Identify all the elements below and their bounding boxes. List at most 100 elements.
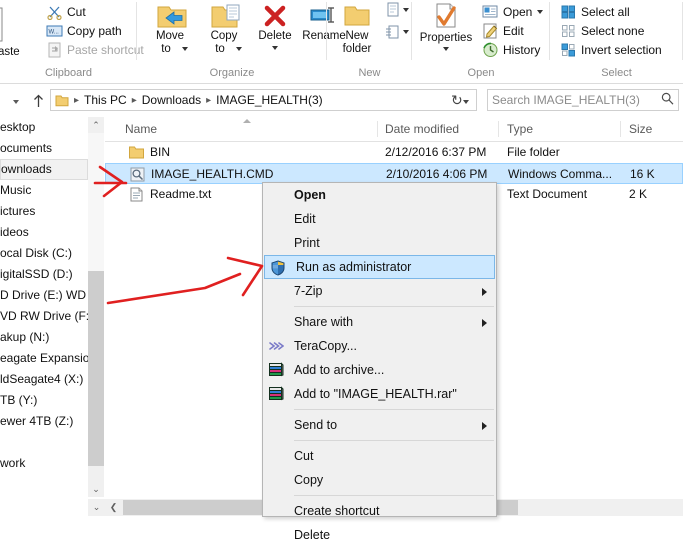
winrar-icon: [268, 386, 284, 402]
context-menu-item-label: Send to: [294, 418, 338, 432]
nav-item[interactable]: TB (Y:): [0, 390, 88, 411]
nav-item[interactable]: ewer 4TB (Z:): [0, 411, 88, 432]
properties-label: Properties: [419, 32, 473, 44]
context-menu-item[interactable]: Share with: [263, 310, 496, 334]
column-header-name[interactable]: Name: [125, 117, 157, 141]
nav-item[interactable]: igitalSSD (D:): [0, 264, 88, 285]
scroll-down-arrow[interactable]: ⌄: [88, 481, 104, 497]
context-menu-item[interactable]: Create shortcut: [263, 499, 496, 523]
copy-to-label-1: Copy: [210, 30, 238, 42]
chevron-down-icon[interactable]: [443, 47, 449, 51]
move-to-folder-icon: [157, 6, 187, 28]
edit-button[interactable]: Edit: [482, 21, 524, 40]
breadcrumb-separator[interactable]: ▸: [130, 95, 139, 106]
context-menu-item[interactable]: TeraCopy...: [263, 334, 496, 358]
column-header-type[interactable]: Type: [507, 117, 533, 141]
file-size: [629, 142, 683, 163]
column-divider[interactable]: [377, 121, 378, 137]
nav-item[interactable]: work: [0, 453, 88, 474]
nav-item[interactable]: D Drive (E:) WD S: [0, 285, 88, 306]
copy-path-button[interactable]: W... Copy path: [46, 21, 122, 40]
file-type: File folder: [507, 145, 560, 159]
context-menu-item[interactable]: Copy: [263, 468, 496, 492]
breadcrumb-separator[interactable]: ▸: [204, 95, 213, 106]
chevron-down-icon[interactable]: [537, 9, 544, 14]
history-button[interactable]: History: [482, 40, 540, 59]
context-menu-item[interactable]: Send to: [263, 413, 496, 437]
nav-item[interactable]: eagate Expansion: [0, 348, 88, 369]
teracopy-icon: [268, 338, 285, 354]
new-item-button[interactable]: [385, 2, 409, 21]
context-menu-item[interactable]: Edit: [263, 207, 496, 231]
open-icon: [482, 4, 499, 20]
refresh-icon: ↻: [451, 92, 463, 108]
navigation-pane-scrollbar[interactable]: ⌃ ⌄: [88, 117, 104, 497]
scroll-up-arrow[interactable]: ⌃: [88, 117, 104, 133]
context-menu-item[interactable]: Add to "IMAGE_HEALTH.rar": [263, 382, 496, 406]
nav-item[interactable]: [0, 432, 88, 453]
open-button[interactable]: Open: [482, 2, 544, 21]
breadcrumb-downloads[interactable]: Downloads: [139, 93, 204, 107]
nav-item[interactable]: ictures: [0, 201, 88, 222]
refresh-button[interactable]: ↻: [451, 92, 463, 109]
nav-item[interactable]: ocuments: [0, 138, 88, 159]
chevron-down-icon[interactable]: [403, 30, 409, 34]
red-x-icon: [264, 5, 286, 27]
easy-access-button[interactable]: [385, 24, 409, 43]
paste-shortcut-button[interactable]: Paste shortcut: [46, 40, 144, 59]
address-breadcrumb-bar[interactable]: ▸ This PC ▸ Downloads ▸ IMAGE_HEALTH(3): [50, 89, 477, 111]
nav-item-selected[interactable]: ownloads: [0, 159, 88, 180]
navigation-pane[interactable]: esktop ocuments ownloads Music ictures ideos o…: [0, 117, 88, 497]
cut-button[interactable]: Cut: [46, 2, 86, 21]
chevron-down-icon[interactable]: [182, 47, 188, 51]
file-row[interactable]: BIN 2/12/2016 6:37 PM File folder: [105, 142, 683, 163]
context-menu-item[interactable]: Cut: [263, 444, 496, 468]
submenu-arrow-icon: [482, 319, 487, 327]
nav-item[interactable]: ideos: [0, 222, 88, 243]
context-menu-item[interactable]: Run as administrator: [264, 255, 495, 279]
column-header-date-modified[interactable]: Date modified: [385, 117, 459, 141]
nav-item[interactable]: ldSeagate4 (X:): [0, 369, 88, 390]
nav-item[interactable]: VD RW Drive (F:) .: [0, 306, 88, 327]
search-input[interactable]: Search IMAGE_HEALTH(3): [492, 93, 661, 107]
scrollbar-track-upper[interactable]: [88, 133, 104, 271]
context-menu-item[interactable]: Delete: [263, 523, 496, 547]
up-button[interactable]: [28, 90, 48, 110]
nav-item[interactable]: ocal Disk (C:): [0, 243, 88, 264]
breadcrumb-image-health[interactable]: IMAGE_HEALTH(3): [213, 93, 325, 107]
nav-item[interactable]: esktop: [0, 117, 88, 138]
column-divider[interactable]: [498, 121, 499, 137]
select-all-button[interactable]: Select all: [560, 2, 630, 21]
cut-label: Cut: [67, 4, 86, 19]
history-label: History: [503, 42, 541, 57]
chevron-down-icon[interactable]: [236, 47, 242, 51]
column-divider[interactable]: [620, 121, 621, 137]
context-menu-item-label: Print: [294, 236, 320, 250]
clipboard-icon: [0, 7, 3, 42]
chevron-down-icon[interactable]: [272, 46, 278, 50]
address-dropdown-button[interactable]: [463, 93, 476, 107]
nav-item[interactable]: akup (N:): [0, 327, 88, 348]
nav-item[interactable]: Music: [0, 180, 88, 201]
search-icon[interactable]: [661, 92, 674, 108]
breadcrumb-this-pc[interactable]: This PC: [81, 93, 130, 107]
submenu-arrow-icon: [482, 422, 487, 430]
column-header-size[interactable]: Size: [629, 117, 652, 141]
chevron-down-icon[interactable]: [403, 8, 409, 12]
recent-locations-button[interactable]: [6, 90, 26, 110]
scrollbar-thumb[interactable]: [88, 271, 104, 466]
address-bar: ▸ This PC ▸ Downloads ▸ IMAGE_HEALTH(3) …: [0, 84, 683, 116]
invert-selection-button[interactable]: Invert selection: [560, 40, 662, 59]
select-none-button[interactable]: Select none: [560, 21, 644, 40]
context-menu-separator: [294, 440, 494, 441]
context-menu-item[interactable]: Add to archive...: [263, 358, 496, 382]
search-box[interactable]: Search IMAGE_HEALTH(3): [487, 89, 679, 111]
paste-button[interactable]: Paste: [0, 2, 44, 60]
scroll-left-arrow[interactable]: ❮: [105, 499, 122, 516]
context-menu-item[interactable]: 7-Zip: [263, 279, 496, 303]
context-menu[interactable]: Open Edit Print Run as administrator 7-Zip Sh…: [262, 182, 497, 542]
file-row[interactable]: IMAGE_HEALTH.CMD 2/10/2016 4:06 PM Windows…: [105, 163, 683, 184]
nav-scroll-down-corner[interactable]: ⌄: [88, 499, 105, 516]
context-menu-item[interactable]: Print: [263, 231, 496, 255]
context-menu-item[interactable]: Open: [263, 183, 496, 207]
